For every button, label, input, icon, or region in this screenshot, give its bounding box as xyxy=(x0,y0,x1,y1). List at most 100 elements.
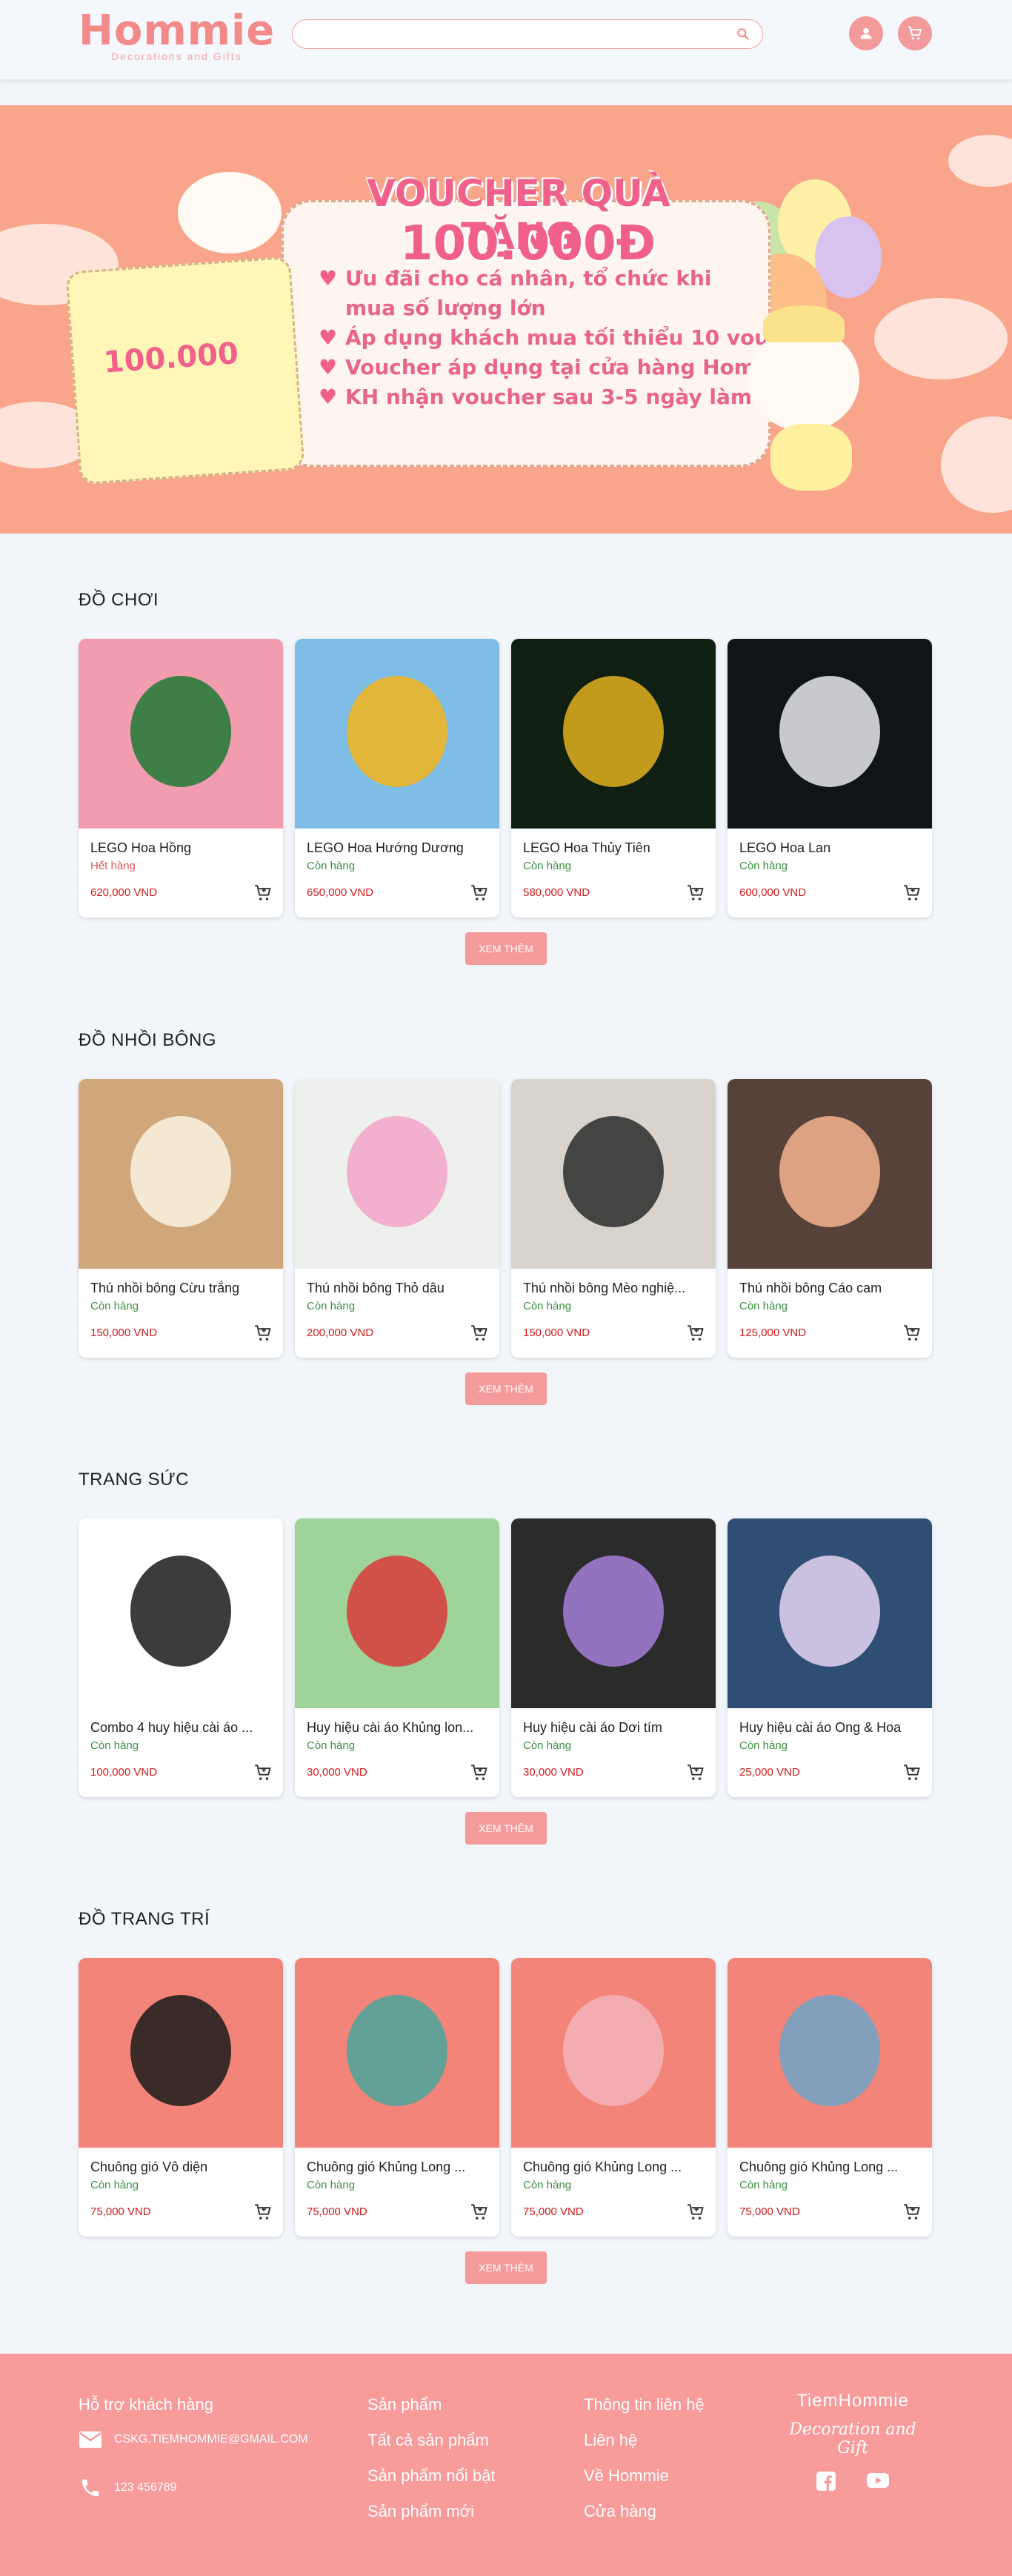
product-name[interactable]: Chuông gió Vô diện xyxy=(90,2160,271,2175)
product-card[interactable]: Chuông gió Khủng Long ... Còn hàng 75,000 … xyxy=(511,1958,716,2237)
see-more-button[interactable]: XEM THÊM xyxy=(465,932,547,965)
product-card[interactable]: Huy hiệu cài áo Khủng lon... Còn hàng 30,0… xyxy=(295,1518,499,1797)
add-to-cart-icon[interactable] xyxy=(902,883,922,903)
product-name[interactable]: Combo 4 huy hiệu cài áo ... xyxy=(90,1720,271,1736)
cloud-decoration xyxy=(941,416,1012,513)
add-to-cart-icon[interactable] xyxy=(902,1324,922,1343)
footer-brand: TiemHommie Decoration and Gift xyxy=(782,2391,923,2492)
footer-link-contact-info[interactable]: Thông tin liên hệ xyxy=(584,2395,705,2414)
add-to-cart-icon[interactable] xyxy=(470,883,489,903)
product-card[interactable]: LEGO Hoa Hướng Dương Còn hàng 650,000 VND xyxy=(295,639,499,917)
product-name[interactable]: LEGO Hoa Thủy Tiên xyxy=(523,840,704,856)
add-to-cart-icon[interactable] xyxy=(470,1324,489,1343)
product-image[interactable] xyxy=(728,639,932,829)
footer-link-featured[interactable]: Sản phẩm nổi bật xyxy=(367,2466,495,2486)
footer-brand-tagline: Decoration and Gift xyxy=(789,2420,916,2457)
voucher-card-amount: 100.000 xyxy=(102,336,240,380)
product-name[interactable]: Thú nhồi bông Cáo cam xyxy=(739,1281,920,1296)
footer-phone-text: 123 456789 xyxy=(114,2481,177,2494)
product-card[interactable]: Thú nhồi bông Cáo cam Còn hàng 125,000 VND xyxy=(728,1079,932,1358)
product-name[interactable]: Huy hiệu cài áo Dơi tím xyxy=(523,1720,704,1736)
footer-link-products[interactable]: Sản phẩm xyxy=(367,2395,495,2414)
see-more-button[interactable]: XEM THÊM xyxy=(465,2251,547,2284)
product-price: 580,000 VND xyxy=(523,886,590,899)
product-card[interactable]: LEGO Hoa Thủy Tiên Còn hàng 580,000 VND xyxy=(511,639,716,917)
product-card[interactable]: Thú nhồi bông Thỏ dâu Còn hàng 200,000 VND xyxy=(295,1079,499,1358)
product-card[interactable]: Huy hiệu cài áo Dơi tím Còn hàng 30,000 VN… xyxy=(511,1518,716,1797)
product-card[interactable]: LEGO Hoa Lan Còn hàng 600,000 VND xyxy=(728,639,932,917)
product-name[interactable]: LEGO Hoa Hướng Dương xyxy=(307,840,487,856)
add-to-cart-icon[interactable] xyxy=(470,1763,489,1782)
product-image[interactable] xyxy=(511,639,716,829)
add-to-cart-icon[interactable] xyxy=(686,883,705,903)
product-card[interactable]: Thú nhồi bông Cừu trắng Còn hàng 150,000 V… xyxy=(79,1079,283,1358)
product-image[interactable] xyxy=(728,1079,932,1269)
search-input[interactable] xyxy=(306,20,736,47)
product-image[interactable] xyxy=(295,1079,499,1269)
product-image[interactable] xyxy=(511,1518,716,1708)
logo[interactable]: Hommie Decorations and Gifts xyxy=(79,7,276,63)
product-name[interactable]: Thú nhồi bông Mèo nghiệ... xyxy=(523,1281,704,1296)
product-stock-status: Còn hàng xyxy=(523,1300,572,1312)
search-icon[interactable] xyxy=(736,27,750,42)
product-name[interactable]: LEGO Hoa Hồng xyxy=(90,840,271,856)
youtube-icon[interactable] xyxy=(866,2471,890,2490)
product-name[interactable]: Huy hiệu cài áo Ong & Hoa xyxy=(739,1720,920,1736)
add-to-cart-icon[interactable] xyxy=(686,1324,705,1343)
add-to-cart-icon[interactable] xyxy=(686,2202,705,2222)
add-to-cart-icon[interactable] xyxy=(470,2202,489,2222)
product-image[interactable] xyxy=(79,639,283,829)
product-name[interactable]: Thú nhồi bông Cừu trắng xyxy=(90,1281,271,1296)
product-stock-status: Còn hàng xyxy=(90,2179,139,2191)
product-image[interactable] xyxy=(728,1518,932,1708)
product-image[interactable] xyxy=(511,1079,716,1269)
product-name[interactable]: Chuông gió Khủng Long ... xyxy=(739,2160,920,2175)
site-header: Hommie Decorations and Gifts xyxy=(0,0,1012,80)
product-image[interactable] xyxy=(295,639,499,829)
see-more-button[interactable]: XEM THÊM xyxy=(465,1812,547,1845)
product-name[interactable]: Huy hiệu cài áo Khủng lon... xyxy=(307,1720,487,1736)
logo-text: Hommie xyxy=(79,7,276,55)
footer-phone[interactable]: 123 456789 xyxy=(79,2477,308,2499)
product-image[interactable] xyxy=(295,1958,499,2148)
product-name[interactable]: LEGO Hoa Lan xyxy=(739,840,920,856)
add-to-cart-icon[interactable] xyxy=(686,1763,705,1782)
product-card[interactable]: LEGO Hoa Hồng Hết hàng 620,000 VND xyxy=(79,639,283,917)
add-to-cart-icon[interactable] xyxy=(902,1763,922,1782)
banner-amount: 100.000Đ xyxy=(400,216,656,271)
product-image[interactable] xyxy=(295,1518,499,1708)
product-card[interactable]: Combo 4 huy hiệu cài áo ... Còn hàng 100,0… xyxy=(79,1518,283,1797)
product-image[interactable] xyxy=(728,1958,932,2148)
product-image[interactable] xyxy=(79,1079,283,1269)
footer-link-store[interactable]: Cửa hàng xyxy=(584,2502,705,2521)
add-to-cart-icon[interactable] xyxy=(253,883,273,903)
footer-email[interactable]: CSKG.TIEMHOMMIE@GMAIL.COM xyxy=(79,2431,308,2449)
footer-link-new[interactable]: Sản phẩm mới xyxy=(367,2502,495,2521)
product-name[interactable]: Chuông gió Khủng Long ... xyxy=(523,2160,704,2175)
footer-link-all-products[interactable]: Tất cả sản phẩm xyxy=(367,2431,495,2450)
footer-link-about[interactable]: Về Hommie xyxy=(584,2466,705,2486)
product-stock-status: Còn hàng xyxy=(739,860,788,872)
product-card[interactable]: Chuông gió Khủng Long ... Còn hàng 75,000 … xyxy=(295,1958,499,2237)
account-button[interactable] xyxy=(849,16,883,50)
product-image[interactable] xyxy=(511,1958,716,2148)
product-name[interactable]: Chuông gió Khủng Long ... xyxy=(307,2160,487,2175)
promo-banner[interactable]: VOUCHER QUÀ TẶNG 100.000Đ Ưu đãi cho cá … xyxy=(0,105,1012,534)
product-card[interactable]: Thú nhồi bông Mèo nghiệ... Còn hàng 150,00… xyxy=(511,1079,716,1358)
product-image[interactable] xyxy=(79,1958,283,2148)
bunny-mascot-right xyxy=(748,328,859,431)
product-card[interactable]: Chuông gió Vô diện Còn hàng 75,000 VND xyxy=(79,1958,283,2237)
product-name[interactable]: Thú nhồi bông Thỏ dâu xyxy=(307,1281,487,1296)
add-to-cart-icon[interactable] xyxy=(253,2202,273,2222)
footer-link-contact[interactable]: Liên hệ xyxy=(584,2431,705,2450)
section-title: ĐỒ CHƠI xyxy=(79,590,159,610)
add-to-cart-icon[interactable] xyxy=(253,1763,273,1782)
add-to-cart-icon[interactable] xyxy=(902,2202,922,2222)
product-image[interactable] xyxy=(79,1518,283,1708)
facebook-icon[interactable] xyxy=(816,2471,836,2492)
add-to-cart-icon[interactable] xyxy=(253,1324,273,1343)
cart-button[interactable] xyxy=(898,16,932,50)
see-more-button[interactable]: XEM THÊM xyxy=(465,1372,547,1405)
product-card[interactable]: Chuông gió Khủng Long ... Còn hàng 75,000 … xyxy=(728,1958,932,2237)
product-card[interactable]: Huy hiệu cài áo Ong & Hoa Còn hàng 25,000 … xyxy=(728,1518,932,1797)
